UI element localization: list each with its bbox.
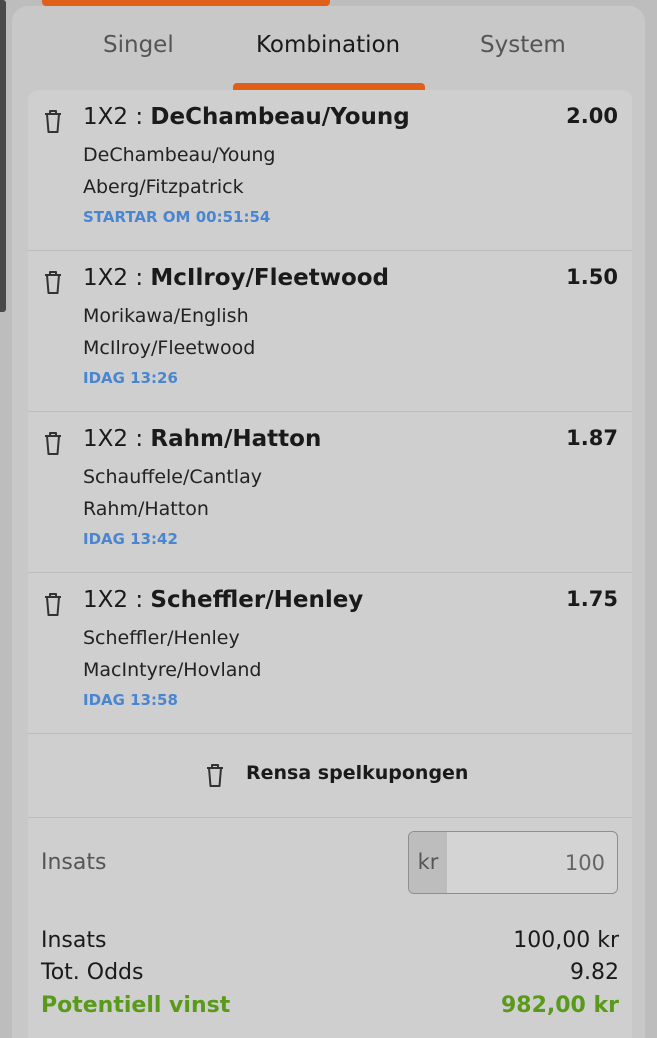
bet-odds: 1.75 [566, 587, 618, 611]
bet-item: 1X2 : McIlroy/Fleetwood 1.50 Morikawa/En… [28, 251, 632, 412]
summary-odds-row: Tot. Odds 9.82 [41, 960, 619, 992]
team-home: Schauffele/Cantlay [83, 466, 262, 488]
team-away: Rahm/Hatton [83, 498, 209, 520]
bet-market: 1X2 : [83, 426, 144, 452]
bet-title: 1X2 : Rahm/Hatton [83, 426, 321, 452]
bet-item: 1X2 : Scheffler/Henley 1.75 Scheffler/He… [28, 573, 632, 734]
bet-odds: 1.50 [566, 265, 618, 289]
clear-slip-label: Rensa spelkupongen [246, 762, 469, 784]
trash-icon[interactable] [42, 269, 64, 295]
bet-type-tabs: Singel Kombination System [12, 6, 645, 90]
potential-win-value: 982,00 kr [500, 993, 619, 1018]
bet-list-card: 1X2 : DeChambeau/Young 2.00 DeChambeau/Y… [28, 90, 632, 1038]
team-away: McIlroy/Fleetwood [83, 337, 256, 359]
clear-slip-row: Rensa spelkupongen [28, 734, 632, 818]
team-home: DeChambeau/Young [83, 144, 276, 166]
summary-stake-row: Insats 100,00 kr [41, 928, 619, 960]
bet-item: 1X2 : DeChambeau/Young 2.00 DeChambeau/Y… [28, 90, 632, 251]
bet-odds: 1.87 [566, 426, 618, 450]
tab-system[interactable]: System [480, 32, 566, 58]
summary-stake-label: Insats [41, 928, 107, 953]
trash-icon[interactable] [42, 108, 64, 134]
bet-selection: Scheffler/Henley [150, 587, 364, 613]
bet-selection: Rahm/Hatton [150, 426, 322, 452]
stake-field[interactable]: kr [408, 831, 618, 894]
event-time: IDAG 13:42 [83, 530, 178, 548]
bet-odds: 2.00 [566, 104, 618, 128]
team-away: MacIntyre/Hovland [83, 659, 262, 681]
team-away: Aberg/Fitzpatrick [83, 176, 244, 198]
bet-market: 1X2 : [83, 587, 144, 613]
summary-odds-label: Tot. Odds [41, 960, 144, 985]
potential-win-label: Potentiell vinst [41, 993, 231, 1018]
active-tab-indicator [233, 83, 425, 90]
trash-icon [207, 764, 223, 787]
tab-singel[interactable]: Singel [103, 32, 174, 58]
trash-icon[interactable] [42, 430, 64, 456]
potential-win-row: Potentiell vinst 982,00 kr [41, 993, 619, 1025]
bet-title: 1X2 : McIlroy/Fleetwood [83, 265, 389, 291]
event-time: IDAG 13:58 [83, 691, 178, 709]
event-time: STARTAR OM 00:51:54 [83, 208, 271, 226]
stake-label: Insats [41, 850, 107, 875]
stake-input[interactable] [449, 832, 605, 893]
bet-selection: DeChambeau/Young [150, 104, 410, 130]
trash-icon[interactable] [42, 591, 64, 617]
tab-kombination[interactable]: Kombination [256, 32, 400, 58]
currency-label: kr [409, 832, 447, 893]
summary-odds-value: 9.82 [570, 960, 619, 985]
summary-stake-value: 100,00 kr [513, 928, 619, 953]
scrollbar[interactable] [0, 0, 6, 312]
bet-market: 1X2 : [83, 265, 144, 291]
bet-title: 1X2 : DeChambeau/Young [83, 104, 410, 130]
bet-title: 1X2 : Scheffler/Henley [83, 587, 363, 613]
bet-selection: McIlroy/Fleetwood [150, 265, 390, 291]
team-home: Scheffler/Henley [83, 627, 240, 649]
bet-market: 1X2 : [83, 104, 144, 130]
bet-slip-panel: Singel Kombination System 1X2 : DeChambe… [12, 6, 645, 1038]
team-home: Morikawa/English [83, 305, 249, 327]
bet-item: 1X2 : Rahm/Hatton 1.87 Schauffele/Cantla… [28, 412, 632, 573]
event-time: IDAG 13:26 [83, 369, 178, 387]
